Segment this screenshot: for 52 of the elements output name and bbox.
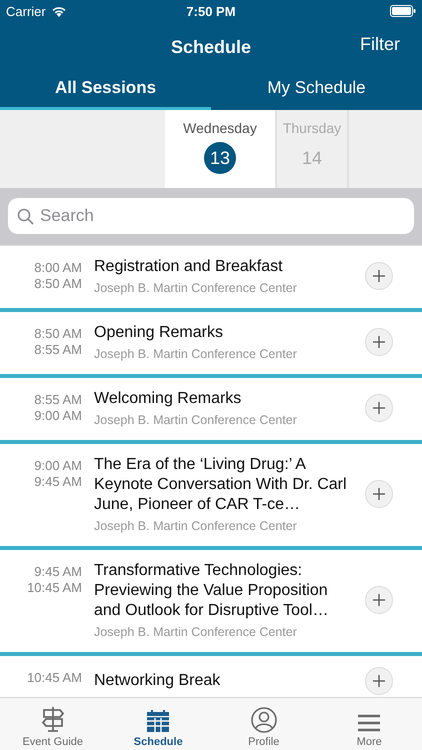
plus-icon xyxy=(372,674,386,688)
end-time: 8:55 AM xyxy=(34,342,82,358)
filter-button[interactable]: Filter xyxy=(358,32,402,57)
session-location: Joseph B. Martin Conference Center xyxy=(94,519,298,533)
session-title: Opening Remarks xyxy=(94,323,224,343)
day-selector[interactable]: Wednesday 13 xyxy=(165,110,277,188)
menu-icon xyxy=(357,713,382,733)
add-button[interactable] xyxy=(365,586,393,614)
start-time: 8:50 AM xyxy=(34,326,82,342)
end-time: 8:50 AM xyxy=(34,276,82,292)
end-time: 9:45 AM xyxy=(34,474,82,490)
session-location: Joseph B. Martin Conference Center xyxy=(94,625,298,639)
plus-icon xyxy=(372,487,386,501)
search-field[interactable]: Search xyxy=(8,198,414,234)
tab-bar-item[interactable]: Profile xyxy=(211,698,316,750)
calendar-icon xyxy=(146,709,170,733)
segment-tab[interactable]: My Schedule xyxy=(211,69,422,110)
start-time: 8:55 AM xyxy=(34,392,82,408)
start-time: 10:45 AM xyxy=(27,670,82,686)
tab-bar-item[interactable]: More xyxy=(316,698,422,750)
plus-icon xyxy=(372,269,386,283)
session-title: Registration and Breakfast xyxy=(94,257,284,277)
add-button[interactable] xyxy=(365,328,393,356)
search-icon xyxy=(17,208,34,225)
start-time: 8:00 AM xyxy=(34,260,82,276)
tab-bar-item[interactable]: Schedule xyxy=(106,698,211,750)
carrier-label: Carrier xyxy=(6,4,46,18)
session-title: Transformative Technologies: Previewing the Value Proposition and Outlook for Disruptive Tool… xyxy=(94,561,330,621)
add-button[interactable] xyxy=(365,667,393,695)
plus-icon xyxy=(372,401,386,415)
status-time: 7:50 PM xyxy=(185,4,237,18)
session-title: Networking Break xyxy=(94,671,222,691)
plus-icon xyxy=(372,593,386,607)
end-time: 10:45 AM xyxy=(27,580,82,596)
profile-icon xyxy=(250,707,277,733)
start-time: 9:00 AM xyxy=(34,458,82,474)
add-button[interactable] xyxy=(365,394,393,422)
start-time: 9:45 AM xyxy=(34,564,82,580)
add-button[interactable] xyxy=(365,262,393,290)
battery-icon xyxy=(390,5,416,17)
session-location: Joseph B. Martin Conference Center xyxy=(94,281,298,295)
screen-title: Schedule xyxy=(170,37,252,58)
session-title: The Era of the ‘Living Drug:’ A Keynote Conversation With Dr. Carl June, Pioneer of CAR T-ce… xyxy=(94,455,347,515)
wifi-icon xyxy=(50,5,67,17)
signpost-icon xyxy=(40,705,66,733)
end-time: 9:00 AM xyxy=(34,408,82,424)
plus-icon xyxy=(372,335,386,349)
session-location: Joseph B. Martin Conference Center xyxy=(94,413,298,427)
add-button[interactable] xyxy=(365,480,393,508)
tab-bar-item[interactable]: Event Guide xyxy=(0,698,106,750)
session-title: Welcoming Remarks xyxy=(94,389,242,409)
session-location: Joseph B. Martin Conference Center xyxy=(94,347,298,361)
